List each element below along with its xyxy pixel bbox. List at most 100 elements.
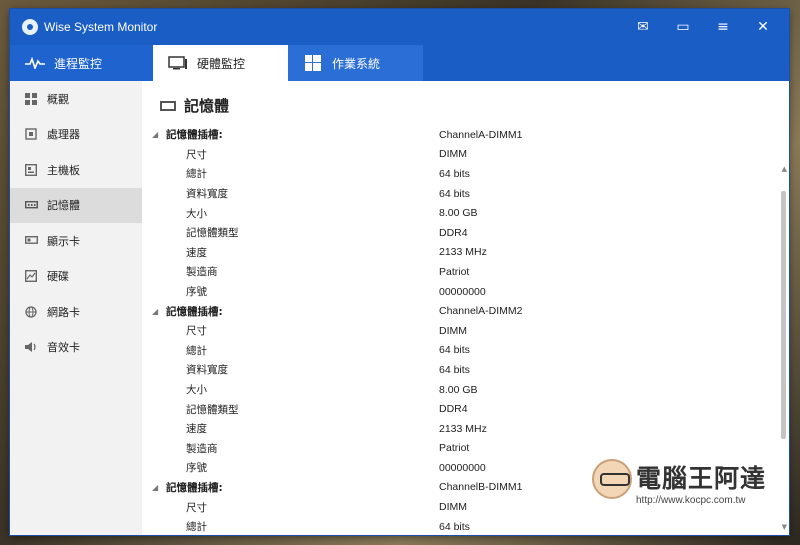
property-value: 00000000: [439, 285, 486, 298]
property-value: DIMM: [439, 148, 467, 161]
property-value: 64 bits: [439, 167, 470, 180]
property-value: Patriot: [439, 442, 470, 455]
property-key: 尺寸: [186, 325, 207, 338]
sidebar-item-label: 記憶體: [47, 199, 80, 213]
sidebar: 概觀 處理器 主機板 記憶體 顯示卡 硬碟 網路卡 音效卡: [10, 81, 142, 535]
scroll-up-arrow[interactable]: ▲: [782, 165, 787, 173]
group-row[interactable]: ◢ 記憶體插槽: ChannelA-DIMM1: [142, 125, 772, 145]
window-controls: ✉ ▭ ≡ ✕: [623, 9, 783, 45]
skin-icon[interactable]: ▭: [663, 9, 703, 45]
property-key: 序號: [186, 286, 207, 299]
property-key: 資料寬度: [186, 364, 228, 377]
property-value: 2133 MHz: [439, 246, 487, 259]
sidebar-item-disk[interactable]: 硬碟: [10, 259, 142, 295]
property-key: 大小: [186, 384, 207, 397]
property-row: 序號 00000000: [142, 282, 772, 302]
group-row[interactable]: ◢ 記憶體插槽: ChannelA-DIMM2: [142, 301, 772, 321]
property-row: 資料寬度 64 bits: [142, 360, 772, 380]
tab-hardware-monitor[interactable]: 硬體監控: [153, 45, 288, 81]
property-value: 00000000: [439, 461, 486, 474]
sidebar-item-cpu[interactable]: 處理器: [10, 117, 142, 153]
property-key: 大小: [186, 207, 207, 220]
tab-label: 進程監控: [54, 56, 103, 71]
property-key: 製造商: [186, 266, 218, 279]
feedback-mail-icon[interactable]: ✉: [623, 9, 663, 45]
cpu-icon: [24, 128, 38, 140]
sidebar-item-gpu[interactable]: 顯示卡: [10, 223, 142, 259]
sidebar-item-label: 主機板: [47, 163, 80, 177]
mascot-logo-icon: [592, 459, 632, 499]
property-row: 速度 2133 MHz: [142, 419, 772, 439]
sidebar-item-sound[interactable]: 音效卡: [10, 330, 142, 366]
main-tabs: 進程監控 硬體監控 作業系統: [10, 45, 789, 81]
sidebar-item-label: 網路卡: [47, 305, 80, 319]
monitor-icon: [167, 55, 189, 71]
property-row: 總計 64 bits: [142, 341, 772, 361]
property-row: 總計 64 bits: [142, 164, 772, 184]
property-row: 大小 8.00 GB: [142, 380, 772, 400]
sidebar-item-label: 處理器: [47, 128, 80, 142]
sidebar-item-network[interactable]: 網路卡: [10, 294, 142, 330]
windows-icon: [302, 55, 324, 71]
gpu-icon: [24, 235, 38, 247]
property-value: 64 bits: [439, 363, 470, 376]
property-key: 資料寬度: [186, 188, 228, 201]
tab-label: 作業系統: [332, 56, 381, 71]
tab-operating-system[interactable]: 作業系統: [288, 45, 423, 81]
sidebar-item-label: 概觀: [47, 92, 69, 106]
property-key: 總計: [186, 521, 207, 534]
motherboard-icon: [24, 163, 38, 176]
section-header: 記憶體: [160, 95, 229, 116]
page-title: 記憶體: [184, 97, 230, 115]
property-key: 尺寸: [186, 148, 207, 161]
close-icon[interactable]: ✕: [743, 9, 783, 45]
memory-icon: [160, 100, 176, 111]
sidebar-item-motherboard[interactable]: 主機板: [10, 152, 142, 188]
collapse-caret-icon[interactable]: ◢: [152, 130, 158, 139]
property-row: 製造商 Patriot: [142, 262, 772, 282]
property-row: 資料寬度 64 bits: [142, 184, 772, 204]
property-value: DDR4: [439, 403, 468, 416]
property-value: DIMM: [439, 501, 467, 514]
property-value: 8.00 GB: [439, 207, 478, 220]
speaker-icon: [24, 341, 38, 353]
scroll-down-arrow[interactable]: ▼: [782, 523, 787, 531]
property-value: 64 bits: [439, 187, 470, 200]
property-row: 尺寸 DIMM: [142, 321, 772, 341]
title-bar[interactable]: Wise System Monitor ✉ ▭ ≡ ✕: [10, 9, 789, 45]
scrollbar-thumb[interactable]: [781, 191, 786, 439]
property-key: 記憶體插槽:: [166, 481, 223, 494]
property-value: ChannelA-DIMM1: [439, 128, 523, 141]
property-row: 記憶體類型 DDR4: [142, 399, 772, 419]
sidebar-item-memory[interactable]: 記憶體: [10, 187, 142, 223]
property-value: Patriot: [439, 265, 470, 278]
menu-icon[interactable]: ≡: [703, 9, 743, 45]
property-row: 大小 8.00 GB: [142, 203, 772, 223]
tab-process-monitor[interactable]: 進程監控: [10, 45, 153, 81]
property-row: 記憶體類型 DDR4: [142, 223, 772, 243]
property-value: DIMM: [439, 324, 467, 337]
property-key: 總計: [186, 344, 207, 357]
app-logo-icon: [22, 19, 38, 35]
collapse-caret-icon[interactable]: ◢: [152, 483, 158, 492]
property-value: 8.00 GB: [439, 383, 478, 396]
watermark-text: 電腦王阿達: [636, 464, 767, 493]
property-key: 製造商: [186, 442, 218, 455]
watermark-url: http://www.kocpc.com.tw: [636, 495, 746, 506]
pulse-icon: [24, 55, 46, 71]
property-value: 2133 MHz: [439, 422, 487, 435]
property-key: 速度: [186, 423, 207, 436]
sidebar-item-overview[interactable]: 概觀: [10, 81, 142, 117]
collapse-caret-icon[interactable]: ◢: [152, 307, 158, 316]
property-key: 記憶體插槽:: [166, 129, 223, 142]
property-value: ChannelB-DIMM1: [439, 481, 523, 494]
property-value: ChannelA-DIMM2: [439, 305, 523, 318]
property-key: 總計: [186, 168, 207, 181]
watermark: 電腦王阿達 http://www.kocpc.com.tw: [592, 455, 792, 517]
grid-icon: [24, 92, 38, 105]
property-row: 速度 2133 MHz: [142, 243, 772, 263]
property-value: 64 bits: [439, 344, 470, 357]
property-key: 序號: [186, 462, 207, 475]
property-key: 記憶體類型: [186, 403, 239, 416]
sidebar-item-label: 顯示卡: [47, 234, 80, 248]
